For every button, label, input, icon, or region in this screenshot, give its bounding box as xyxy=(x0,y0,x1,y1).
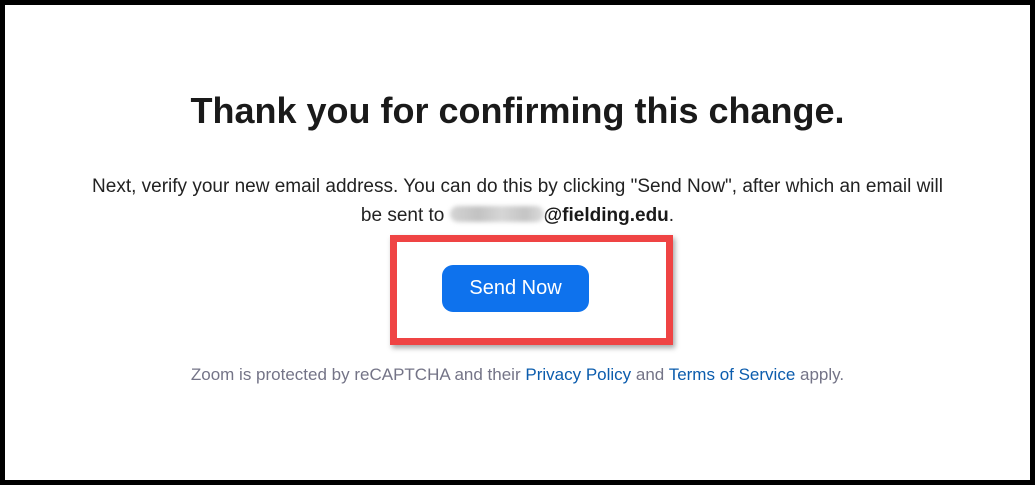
page-frame: Thank you for confirming this change. Ne… xyxy=(0,0,1035,485)
instructions-line-1: Next, verify your new email address. You… xyxy=(92,176,943,197)
recaptcha-notice-middle: and xyxy=(631,365,669,384)
instructions-suffix: . xyxy=(668,205,675,226)
instructions-text: Next, verify your new email address. You… xyxy=(35,172,1000,230)
redacted-username xyxy=(449,206,544,222)
recaptcha-notice-suffix: apply. xyxy=(795,365,845,384)
instructions-prefix: be sent to xyxy=(360,205,450,226)
recaptcha-notice: Zoom is protected by reCAPTCHA and their… xyxy=(5,363,1030,387)
page-title: Thank you for confirming this change. xyxy=(190,90,845,131)
send-now-button[interactable]: Send Now xyxy=(442,265,589,312)
terms-of-service-link[interactable]: Terms of Service xyxy=(669,365,796,384)
email-domain: @fielding.edu xyxy=(543,205,669,226)
privacy-policy-link[interactable]: Privacy Policy xyxy=(525,365,631,384)
recaptcha-notice-prefix: Zoom is protected by reCAPTCHA and their xyxy=(190,365,526,384)
